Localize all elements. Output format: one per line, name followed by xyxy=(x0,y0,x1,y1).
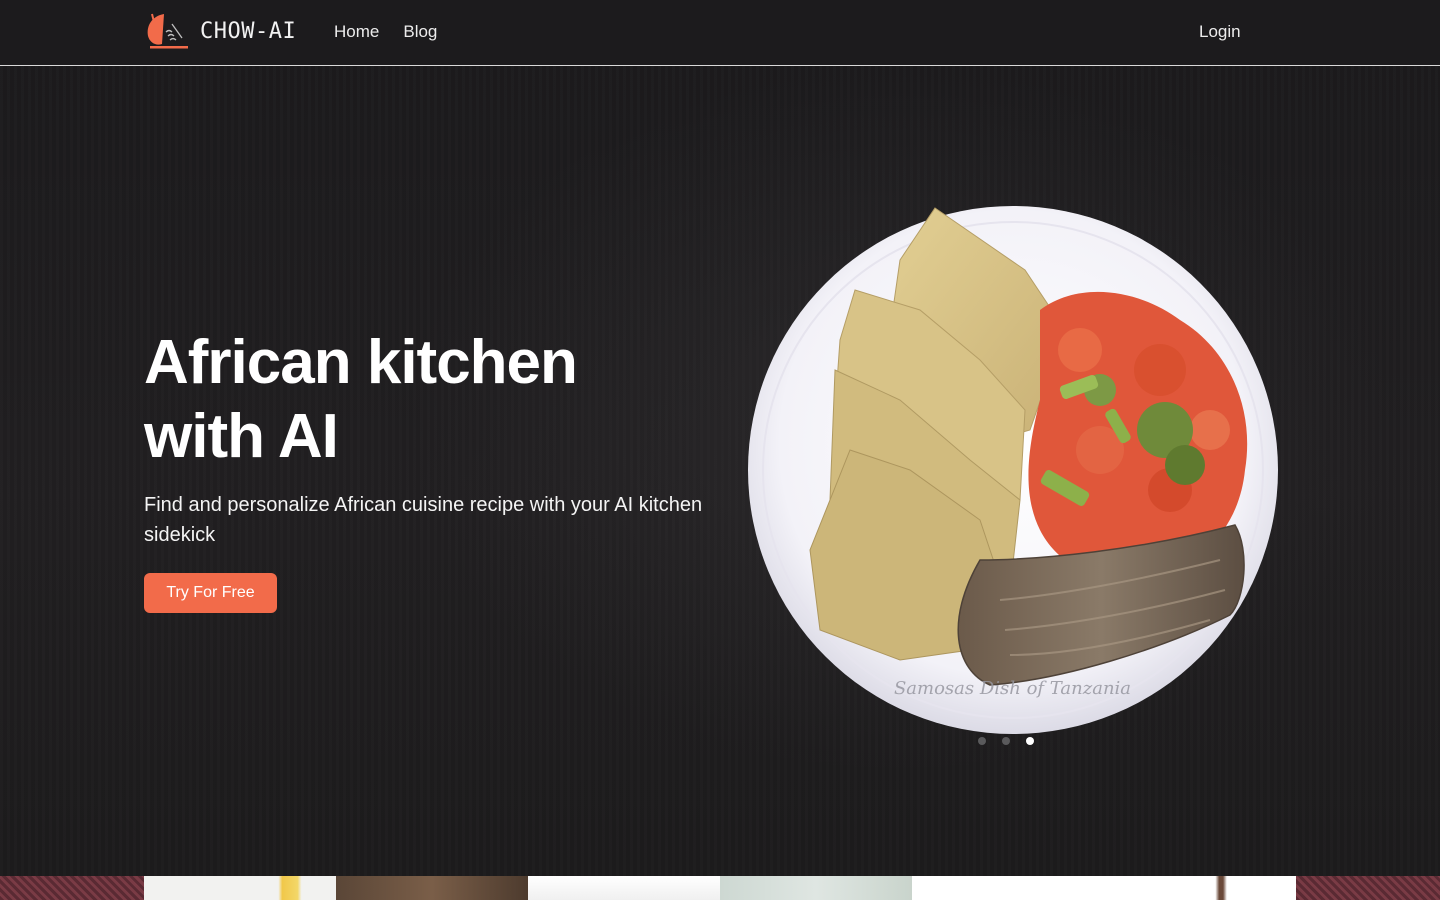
chow-ai-logo-icon xyxy=(147,13,188,49)
gallery-tile[interactable] xyxy=(144,876,336,900)
brand-name: CHOW-AI xyxy=(200,18,297,44)
hero-title: African kitchen with AI xyxy=(144,326,704,474)
dish-carousel[interactable]: Samosas Dish of Tanzania xyxy=(740,200,1285,740)
hero-title-line-1: African kitchen xyxy=(144,328,578,397)
nav-blog-link[interactable]: Blog xyxy=(403,22,437,42)
carousel-dot-3[interactable] xyxy=(1026,737,1034,745)
login-link[interactable]: Login xyxy=(1199,22,1241,42)
gallery-tile[interactable] xyxy=(0,876,144,900)
dish-image xyxy=(748,206,1278,734)
hero-subtitle: Find and personalize African cuisine rec… xyxy=(144,494,703,546)
gallery-tile[interactable] xyxy=(336,876,528,900)
carousel-dot-2[interactable] xyxy=(1002,737,1010,745)
main-nav: Home Blog xyxy=(334,22,437,42)
recipe-gallery-strip xyxy=(0,876,1440,900)
gallery-tile[interactable] xyxy=(720,876,912,900)
brand-logo[interactable]: CHOW-AI xyxy=(144,10,296,52)
carousel-dot-1[interactable] xyxy=(978,737,986,745)
gallery-tile[interactable] xyxy=(528,876,720,900)
gallery-tile[interactable] xyxy=(1296,876,1440,900)
gallery-tile[interactable] xyxy=(912,876,1104,900)
gallery-tile[interactable] xyxy=(1104,876,1296,900)
nav-home-link[interactable]: Home xyxy=(334,22,379,42)
top-navbar: CHOW-AI Home Blog Login xyxy=(0,0,1440,66)
hero-title-line-2: with AI xyxy=(144,402,339,471)
carousel-dots xyxy=(978,737,1034,745)
slide-caption: Samosas Dish of Tanzania xyxy=(893,678,1132,699)
try-for-free-button[interactable]: Try For Free xyxy=(144,573,277,613)
